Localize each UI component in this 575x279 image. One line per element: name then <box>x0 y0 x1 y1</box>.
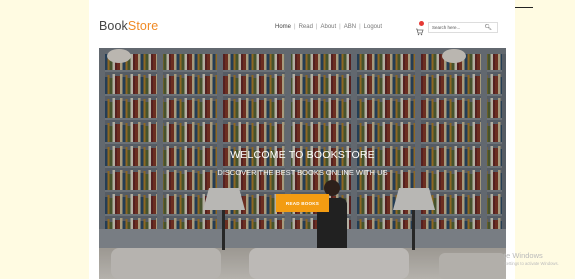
nav-logout[interactable]: Logout <box>364 24 382 30</box>
brand-part1: Book <box>99 19 128 33</box>
brand-part2: Store <box>127 19 159 33</box>
nav-separator: | <box>294 24 296 30</box>
cart-badge <box>419 21 424 26</box>
hero-title: WELCOME TO BOOKSTORE <box>230 149 375 161</box>
nav-home[interactable]: Home <box>275 24 291 30</box>
read-books-button[interactable]: READ BOOKS <box>276 194 329 212</box>
nav-separator: | <box>339 24 341 30</box>
page: BookStore Home | Read | About | ABN | Lo… <box>89 0 515 279</box>
watermark-line1: te Windows <box>504 251 543 260</box>
watermark-line2: Settings to activate Windows. <box>504 261 559 266</box>
cart-icon[interactable] <box>415 21 424 36</box>
header: BookStore Home | Read | About | ABN | Lo… <box>89 8 515 48</box>
nav-about[interactable]: About <box>320 24 336 30</box>
hero-subtitle: DISCOVER THE BEST BOOKS ONLINE WITH US <box>217 168 388 177</box>
hero-banner: WELCOME TO BOOKSTORE DISCOVER THE BEST B… <box>99 48 506 279</box>
nav-abn[interactable]: ABN <box>344 24 356 30</box>
main-nav: Home | Read | About | ABN | Logout <box>275 24 382 30</box>
search-placeholder: Search here... <box>432 25 461 30</box>
activate-windows-watermark: te Windows Settings to activate Windows. <box>504 251 559 266</box>
nav-separator: | <box>359 24 361 30</box>
search-input[interactable]: Search here... 🔍︎ <box>428 22 498 33</box>
nav-separator: | <box>315 24 318 30</box>
nav-read[interactable]: Read <box>299 24 313 30</box>
brand-logo[interactable]: BookStore <box>99 19 158 33</box>
search-icon[interactable]: 🔍︎ <box>484 24 492 31</box>
hero-overlay <box>99 48 506 279</box>
